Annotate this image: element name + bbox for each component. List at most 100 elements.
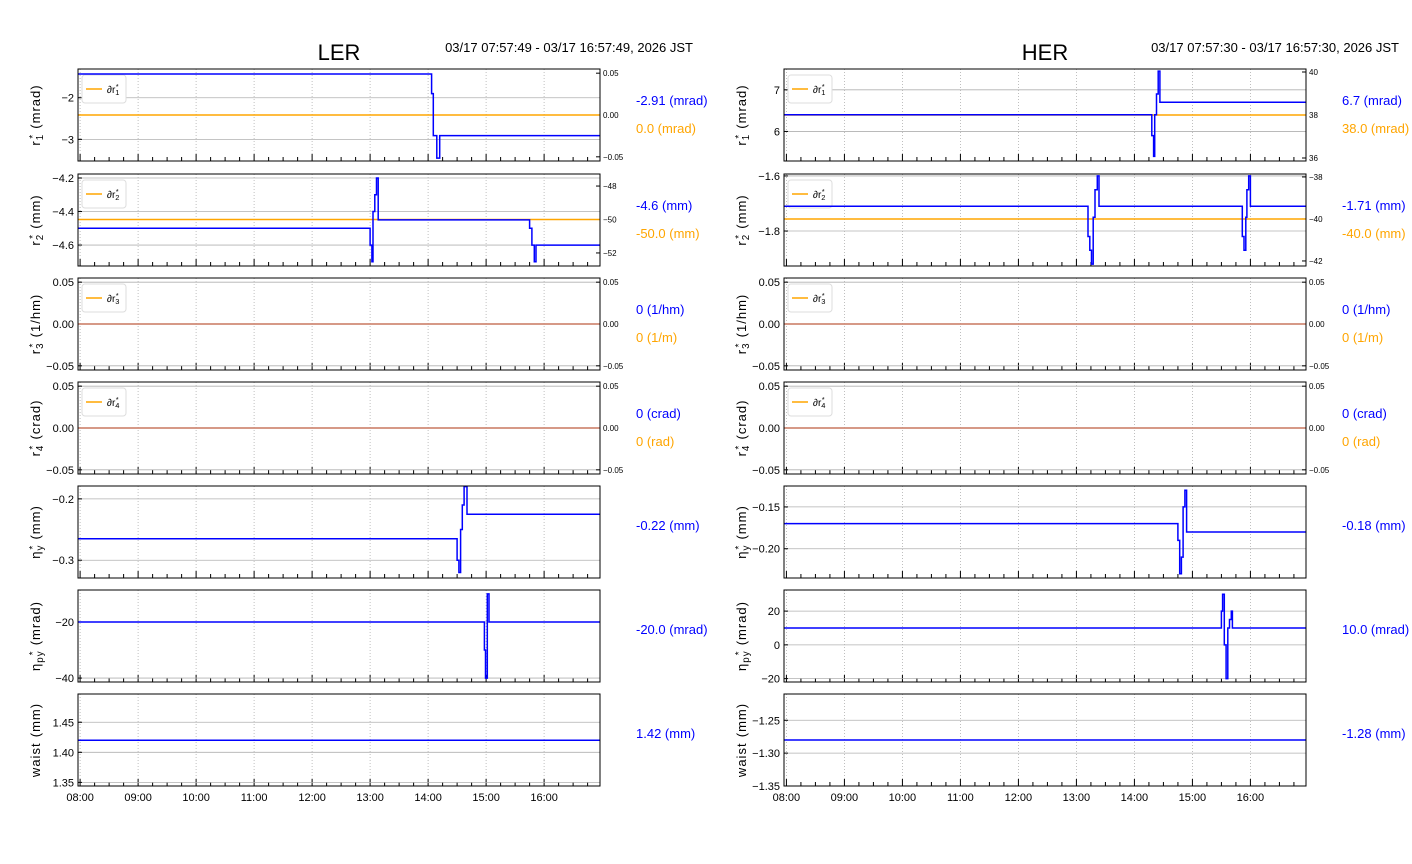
label-symbol: waist	[734, 742, 749, 778]
label-superscript: *	[822, 291, 825, 300]
y-tick-label: −1.6	[758, 171, 780, 183]
y-axis-label: ηpy*(mrad)	[28, 601, 47, 671]
y-tick-label: 7	[774, 85, 780, 97]
y-axis-label: r1*(mrad)	[28, 84, 47, 145]
y-tick-label: −1.8	[758, 226, 780, 238]
chart-title: LER	[318, 40, 361, 65]
y-axis-label: r4*(crad)	[28, 400, 47, 457]
beam-monitor-chart: LER 03/17 07:57:49 - 03/17 16:57:49, 2026…	[28, 40, 1410, 804]
x-tick-label: 11:00	[241, 792, 268, 804]
y-tick-label: 0.00	[53, 423, 74, 435]
panel-2: −1.6−1.8−38−40−42∂r2*-40.0 (mm)r2*(mm) -1…	[734, 171, 1406, 267]
legend-label: ∂r2*	[107, 187, 119, 202]
y-tick-label: 0.00	[759, 423, 780, 435]
readout-reference: -50.0 (mm)	[636, 226, 700, 241]
label-unit: (mm)	[28, 194, 43, 228]
x-tick-label: 08:00	[66, 792, 94, 804]
main-series-line	[784, 70, 1307, 158]
y-tick-label: 0.05	[53, 381, 74, 393]
right-y-tick-label: −40	[1309, 215, 1323, 224]
readout-main: -2.91 (mrad)	[636, 93, 708, 108]
x-tick-label: 10:00	[182, 792, 210, 804]
label-superscript: *	[822, 187, 825, 196]
right-y-tick-label: −42	[1309, 257, 1323, 266]
panel-6: 200−20ηpy*(mrad) 10.0 (mrad)	[734, 589, 1409, 686]
legend: ∂r3*	[787, 283, 833, 313]
label-superscript: *	[116, 395, 119, 404]
label-superscript: *	[28, 651, 39, 656]
right-y-tick-label: 0.00	[603, 320, 619, 329]
label-superscript: *	[28, 445, 39, 450]
right-y-tick-label: −50	[603, 215, 617, 224]
chart-title: HER	[1022, 40, 1068, 65]
readout-main: -0.18 (mm)	[1342, 518, 1406, 533]
readout-main: 10.0 (mrad)	[1342, 622, 1409, 637]
x-tick-label: 14:00	[414, 792, 442, 804]
panel-2: −4.2−4.4−4.6−48−50−52∂r2*-50.0 (mm)r2*(m…	[28, 173, 700, 267]
y-tick-label: −0.05	[752, 465, 780, 477]
y-tick-label: −20	[55, 617, 74, 629]
beam-chart-ler: LER 03/17 07:57:49 - 03/17 16:57:49, 2026…	[28, 40, 708, 804]
label-symbol: η	[28, 663, 43, 671]
right-y-tick-label: 38	[1309, 111, 1318, 120]
y-tick-label: −40	[55, 673, 74, 685]
panel-1: −2−30.050.00−0.05∂r1*0.0 (mrad)r1*(mrad)…	[28, 68, 708, 162]
y-tick-label: −1.25	[752, 715, 780, 727]
right-y-tick-label: −0.05	[603, 153, 624, 162]
y-axis-label: waist (mm)	[734, 703, 749, 778]
y-axis-label: ηy*(mm)	[734, 505, 753, 559]
y-tick-label: −0.05	[752, 361, 780, 373]
y-axis-label: r2*(mm)	[734, 194, 753, 245]
readout-main: -0.22 (mm)	[636, 518, 700, 533]
y-tick-label: −20	[761, 674, 780, 686]
panel-3: 0.050.00−0.050.050.00−0.05∂r3*0 (1/m)r3*…	[734, 277, 1391, 373]
label-superscript: *	[822, 395, 825, 404]
label-superscript: *	[116, 187, 119, 196]
right-y-tick-label: −0.05	[603, 362, 624, 371]
legend: ∂r1*	[787, 74, 833, 104]
y-tick-label: −1.30	[752, 748, 780, 760]
y-axis-label: ηy*(mm)	[28, 505, 47, 559]
y-tick-label: −0.05	[46, 361, 74, 373]
legend-label: ∂r1*	[813, 82, 825, 97]
label-unit: (mm)	[734, 194, 749, 228]
x-tick-label: 16:00	[530, 792, 558, 804]
y-tick-label: 6	[774, 126, 780, 138]
y-axis-label: waist (mm)	[28, 703, 43, 778]
y-tick-label: −0.20	[752, 544, 780, 556]
time-range: 03/17 07:57:49 - 03/17 16:57:49, 2026 JS…	[445, 40, 693, 55]
right-y-tick-label: −48	[603, 182, 617, 191]
panel-5: −0.15−0.20ηy*(mm) -0.18 (mm)	[734, 485, 1406, 579]
readout-main: 1.42 (mm)	[636, 726, 695, 741]
y-tick-label: −1.35	[752, 781, 780, 793]
main-series-line	[784, 175, 1307, 265]
x-tick-label: 11:00	[947, 792, 974, 804]
label-unit: (1/hm)	[28, 294, 43, 338]
label-superscript: *	[116, 291, 119, 300]
readout-main: 0 (crad)	[636, 406, 681, 421]
x-tick-label: 09:00	[831, 792, 859, 804]
main-series-line	[78, 73, 600, 159]
right-y-tick-label: 0.05	[1309, 382, 1325, 391]
right-y-tick-label: −38	[1309, 173, 1323, 182]
y-axis-label: r3*(1/hm)	[28, 294, 47, 354]
label-symbol: η	[28, 551, 43, 559]
legend-label: ∂r4*	[107, 395, 119, 410]
y-tick-label: 1.35	[53, 777, 74, 789]
right-y-tick-label: 0.05	[603, 382, 619, 391]
legend-label: ∂r1*	[107, 82, 119, 97]
panel-frame	[783, 173, 1307, 267]
x-tick-label: 16:00	[1237, 792, 1265, 804]
readout-main: -4.6 (mm)	[636, 198, 692, 213]
readout-reference: -40.0 (mm)	[1342, 226, 1406, 241]
panel-7: 08:00 09:00 10:00 11:00 12:00 13:00 14:00 15:00…	[28, 693, 695, 804]
readout-main: 0 (crad)	[1342, 406, 1387, 421]
right-y-tick-label: −52	[603, 249, 617, 258]
y-tick-label: 0.05	[759, 277, 780, 289]
panel-frame	[77, 485, 601, 579]
label-superscript: *	[28, 234, 39, 239]
label-superscript: *	[116, 82, 119, 91]
y-tick-label: −0.2	[52, 494, 74, 506]
readout-main: 6.7 (mrad)	[1342, 93, 1402, 108]
x-tick-label: 14:00	[1121, 792, 1149, 804]
